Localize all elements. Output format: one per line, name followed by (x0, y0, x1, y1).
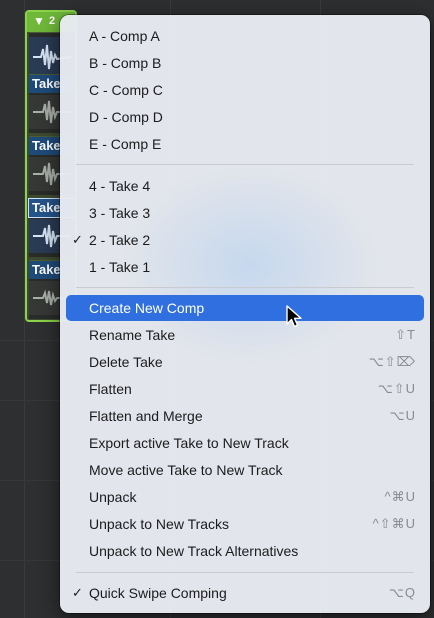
menu-item-label: 3 - Take 3 (89, 205, 151, 221)
menu-separator (76, 164, 414, 165)
menu-item-unpack-to-new-track-alternatives[interactable]: Unpack to New Track Alternatives (66, 538, 424, 564)
menu-item-label: A - Comp A (89, 28, 160, 44)
menu-item-shortcut: ⌥⇧U (377, 381, 416, 396)
menu-item-label: C - Comp C (89, 82, 163, 98)
menu-item-label: 2 - Take 2 (89, 232, 151, 248)
menu-item-rename-take[interactable]: Rename Take ⇧T (66, 322, 424, 348)
menu-item-flatten[interactable]: Flatten ⌥⇧U (66, 376, 424, 402)
menu-item-label: B - Comp B (89, 55, 162, 71)
take-folder-context-menu: A - Comp A B - Comp B C - Comp C D - Com… (60, 15, 430, 613)
menu-item-unpack-to-new-tracks[interactable]: Unpack to New Tracks ^⇧⌘U (66, 511, 424, 537)
menu-item-comp-a[interactable]: A - Comp A (66, 23, 424, 49)
menu-item-label: D - Comp D (89, 109, 163, 125)
checkmark-icon: ✓ (72, 585, 83, 600)
menu-item-move-take-to-new-track[interactable]: Move active Take to New Track (66, 457, 424, 483)
menu-item-shortcut: ^⇧⌘U (372, 516, 416, 531)
menu-item-label: Move active Take to New Track (89, 462, 283, 478)
disclosure-triangle-icon[interactable]: ▼ (33, 14, 45, 28)
menu-item-label: 4 - Take 4 (89, 178, 151, 194)
menu-item-create-new-comp[interactable]: Create New Comp (66, 295, 424, 321)
menu-item-comp-e[interactable]: E - Comp E (66, 131, 424, 157)
menu-item-unpack[interactable]: Unpack ^⌘U (66, 484, 424, 510)
menu-item-label: Delete Take (89, 354, 163, 370)
menu-separator (76, 287, 414, 288)
menu-item-label: Quick Swipe Comping (89, 585, 227, 601)
menu-item-shortcut: ⌥U (389, 408, 416, 423)
menu-item-shortcut: ⇧T (395, 327, 416, 342)
menu-item-shortcut: ⌥Q (388, 585, 416, 600)
menu-separator (76, 572, 414, 573)
checkmark-icon: ✓ (72, 232, 83, 247)
mouse-pointer-icon (286, 305, 304, 329)
menu-item-label: Export active Take to New Track (89, 435, 289, 451)
menu-item-label: 1 - Take 1 (89, 259, 151, 275)
menu-item-quick-swipe-comping[interactable]: ✓ Quick Swipe Comping ⌥Q (66, 580, 424, 606)
menu-item-export-take-to-new-track[interactable]: Export active Take to New Track (66, 430, 424, 456)
menu-item-take-2[interactable]: ✓ 2 - Take 2 (66, 227, 424, 253)
menu-item-shortcut: ^⌘U (384, 489, 416, 504)
menu-item-label: Unpack (89, 489, 137, 505)
menu-item-take-3[interactable]: 3 - Take 3 (66, 200, 424, 226)
take-folder-number: 2 (49, 15, 56, 27)
menu-item-label: Create New Comp (89, 300, 205, 316)
menu-item-label: Rename Take (89, 327, 176, 343)
menu-item-comp-d[interactable]: D - Comp D (66, 104, 424, 130)
menu-item-label: Unpack to New Track Alternatives (89, 543, 299, 559)
menu-item-label: Flatten and Merge (89, 408, 203, 424)
menu-item-label: E - Comp E (89, 136, 162, 152)
menu-item-flatten-and-merge[interactable]: Flatten and Merge ⌥U (66, 403, 424, 429)
menu-item-take-4[interactable]: 4 - Take 4 (66, 173, 424, 199)
menu-item-delete-take[interactable]: Delete Take ⌥⇧⌦ (66, 349, 424, 375)
menu-item-comp-b[interactable]: B - Comp B (66, 50, 424, 76)
menu-item-take-1[interactable]: 1 - Take 1 (66, 254, 424, 280)
menu-item-label: Unpack to New Tracks (89, 516, 230, 532)
menu-item-label: Flatten (89, 381, 132, 397)
menu-item-comp-c[interactable]: C - Comp C (66, 77, 424, 103)
menu-item-shortcut: ⌥⇧⌦ (368, 354, 416, 369)
